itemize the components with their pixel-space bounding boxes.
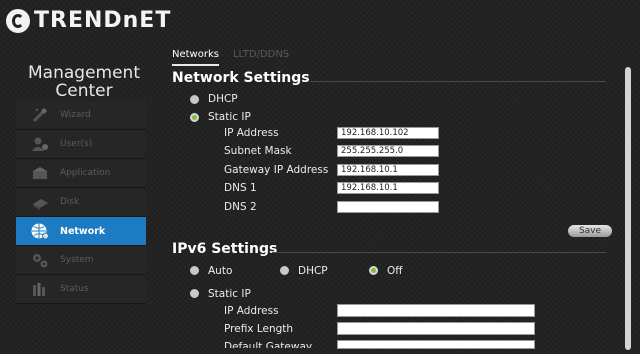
tab-bar: Networks LLTD/DDNS [172,49,289,66]
brand-name: TRENDnET [34,8,172,33]
prefix-length-label: Prefix Length [224,323,294,335]
trendnet-logo-icon [6,8,30,33]
prefix-length-field[interactable] [337,322,535,335]
gears-icon [30,252,50,268]
ipv6-static-ip-radio[interactable] [190,289,199,298]
subnet-mask-field[interactable] [337,145,439,157]
sidebar-item-label: Status [60,284,89,294]
title-line-2: Center [55,81,113,101]
dns1-field[interactable] [337,182,439,194]
sidebar-item-users[interactable]: User(s) [16,130,146,159]
static-ip-radio[interactable] [190,113,199,122]
sidebar-item-label: Network [60,225,106,237]
ipv6-off-label: Off [387,265,403,277]
network-globe-icon [30,223,50,240]
sidebar-item-label: Wizard [60,110,91,120]
application-icon [30,165,50,181]
ipv6-off-radio[interactable] [369,266,378,275]
status-bars-icon [30,281,50,297]
tab-networks[interactable]: Networks [172,49,219,66]
ip-address-label: IP Address [224,127,279,139]
sidebar-item-disk[interactable]: Disk [16,188,146,217]
sidebar-item-system[interactable]: System [16,246,146,275]
ip-address-field[interactable] [337,127,439,139]
ipv6-dhcp-radio[interactable] [280,266,289,275]
ipv6-auto-radio[interactable] [190,266,199,275]
dns2-field[interactable] [337,201,439,213]
subnet-mask-label: Subnet Mask [224,145,292,157]
sidebar-item-application[interactable]: Application [16,159,146,188]
title-line-1: Management [28,63,140,83]
brand-logo: TRENDnET [6,8,171,33]
dhcp-label: DHCP [208,93,238,105]
disk-icon [30,194,50,210]
ipv6-auto-label: Auto [208,265,233,277]
static-ip-label: Static IP [208,111,251,123]
gateway-ip-label: Gateway IP Address [224,164,329,176]
sidebar-item-label: Disk [60,197,80,207]
sidebar-item-label: System [60,255,94,265]
sidebar: Wizard User(s) Application Disk Network … [16,101,146,304]
default-gateway-label: Default Gateway [224,341,313,348]
dhcp-radio[interactable] [190,95,199,104]
ipv6-settings-title: IPv6 Settings [172,241,278,257]
gateway-ip-field[interactable] [337,164,439,176]
sidebar-item-label: User(s) [60,139,93,149]
dns1-label: DNS 1 [224,182,257,194]
ipv6-dhcp-label: DHCP [298,265,328,277]
users-icon [30,136,50,152]
section-divider [310,81,606,82]
ipv6-ip-address-field[interactable] [337,304,535,317]
sidebar-item-label: Application [60,168,111,178]
ipv6-ip-address-label: IP Address [224,305,279,317]
tab-lltd-ddns[interactable]: LLTD/DDNS [233,49,289,66]
wand-icon [30,107,50,123]
save-button[interactable]: Save [568,225,612,237]
sidebar-item-network[interactable]: Network [16,217,146,246]
dns2-label: DNS 2 [224,201,257,213]
network-settings-title: Network Settings [172,70,310,86]
sidebar-item-status[interactable]: Status [16,275,146,304]
management-center-title: Management Center [16,64,152,100]
sidebar-item-wizard[interactable]: Wizard [16,101,146,130]
ipv6-static-ip-label: Static IP [208,288,251,300]
scrollbar[interactable] [625,67,631,350]
section-divider [272,252,606,253]
default-gateway-field[interactable] [337,340,535,349]
